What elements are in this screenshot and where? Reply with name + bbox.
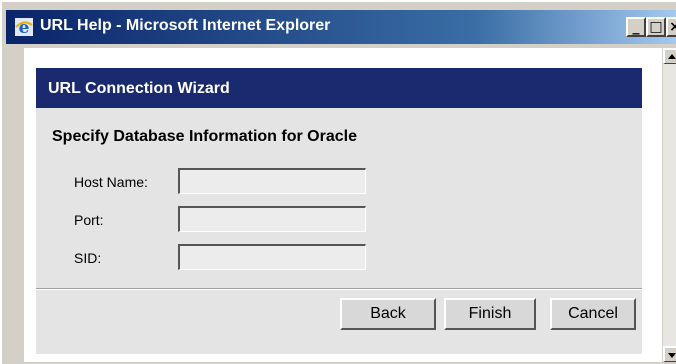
scroll-down-button[interactable] <box>663 346 676 362</box>
sid-input[interactable] <box>178 244 366 270</box>
host-name-label: Host Name: <box>74 174 148 190</box>
browser-window: e URL Help - Microsoft Internet Explorer… <box>0 0 676 364</box>
scroll-up-button[interactable] <box>663 48 676 64</box>
window-title: URL Help - Microsoft Internet Explorer <box>40 17 331 34</box>
wizard-panel: URL Connection Wizard Specify Database I… <box>36 68 642 354</box>
wizard-header: URL Connection Wizard <box>36 68 642 108</box>
minimize-button[interactable]: _ <box>626 17 646 37</box>
section-title: Specify Database Information for Oracle <box>52 128 357 145</box>
finish-button[interactable]: Finish <box>444 298 536 330</box>
scroll-up-arrow-icon <box>668 54 676 59</box>
host-name-input[interactable] <box>178 168 366 194</box>
close-button[interactable]: × <box>666 17 676 37</box>
vertical-scrollbar[interactable] <box>662 48 676 362</box>
back-button[interactable]: Back <box>340 298 436 330</box>
sid-label: SID: <box>74 250 102 266</box>
title-bar[interactable]: e URL Help - Microsoft Internet Explorer… <box>6 10 676 44</box>
wizard-title: URL Connection Wizard <box>48 80 230 97</box>
port-label: Port: <box>74 212 104 228</box>
internet-explorer-icon: e <box>14 17 34 38</box>
button-divider <box>36 288 642 290</box>
cancel-button[interactable]: Cancel <box>550 298 636 330</box>
scroll-down-arrow-icon <box>668 353 676 358</box>
port-input[interactable] <box>178 206 366 232</box>
svg-text:e: e <box>19 18 30 37</box>
maximize-button[interactable]: □ <box>646 17 666 37</box>
